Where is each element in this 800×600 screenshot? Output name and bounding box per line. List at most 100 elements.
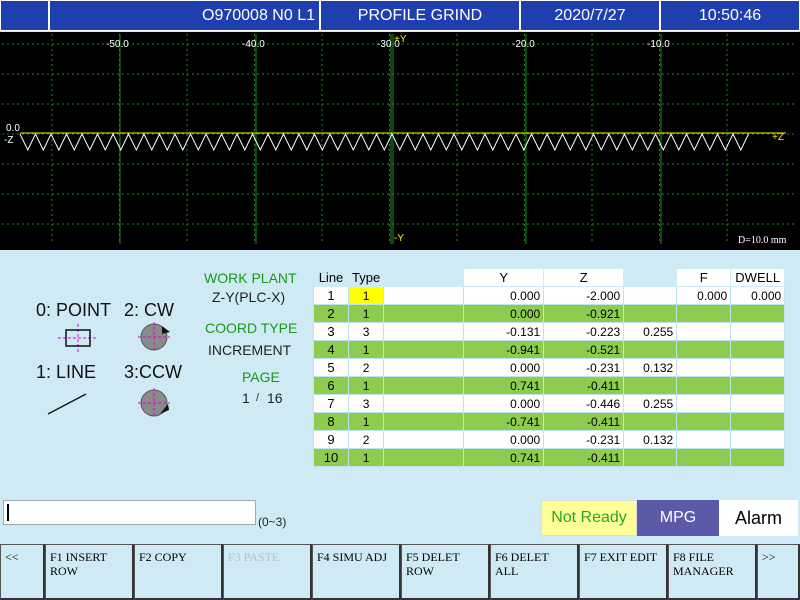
y-cell[interactable]: 0.741 xyxy=(463,448,545,467)
y-cell[interactable]: 0.741 xyxy=(463,376,545,395)
table-row[interactable]: 7 3 0.000 -0.446 0.255 xyxy=(313,394,786,413)
dwell-cell[interactable] xyxy=(730,304,786,323)
dwell-cell[interactable] xyxy=(730,358,786,377)
dwell-cell[interactable] xyxy=(730,394,786,413)
r-cell[interactable] xyxy=(623,304,678,323)
r-cell[interactable] xyxy=(623,376,678,395)
delete-all-button[interactable]: F6 DELET ALL xyxy=(490,544,579,600)
table-row[interactable]: 4 1 -0.941 -0.521 xyxy=(313,340,786,359)
r-cell[interactable]: 0.255 xyxy=(623,322,678,341)
simu-adj-button[interactable]: F4 SIMU ADJ xyxy=(312,544,401,600)
type-cell[interactable]: 3 xyxy=(347,322,385,341)
blank-cell[interactable] xyxy=(383,322,465,341)
blank-cell[interactable] xyxy=(383,304,465,323)
paste-button[interactable]: F3 PASTE xyxy=(223,544,312,600)
dwell-cell[interactable] xyxy=(730,340,786,359)
table-row[interactable]: 3 3 -0.131 -0.223 0.255 xyxy=(313,322,786,341)
line-icon xyxy=(47,393,87,415)
profile-graph[interactable]: -50.0 -40.0 -30.0 -20.0 -10.0 0.0 -Z +Z +Y -… xyxy=(0,32,800,250)
z-cell[interactable]: -0.411 xyxy=(543,412,625,431)
f-cell[interactable] xyxy=(676,394,732,413)
dwell-cell[interactable] xyxy=(730,322,786,341)
type-cell[interactable]: 1 xyxy=(347,376,385,395)
insert-row-button[interactable]: F1 INSERT ROW xyxy=(45,544,134,600)
table-row[interactable]: 10 1 0.741 -0.411 xyxy=(313,448,786,467)
z-cell[interactable]: -0.446 xyxy=(543,394,625,413)
z-cell[interactable]: -0.223 xyxy=(543,322,625,341)
f-cell[interactable] xyxy=(676,412,732,431)
f-cell[interactable] xyxy=(676,430,732,449)
r-cell[interactable] xyxy=(623,286,678,305)
table-row[interactable]: 9 2 0.000 -0.231 0.132 xyxy=(313,430,786,449)
r-cell[interactable] xyxy=(623,412,678,431)
blank-cell[interactable] xyxy=(383,376,465,395)
prev-page-button[interactable]: << xyxy=(0,544,45,600)
profile-table[interactable]: Line Type Y Z F DWELL 1 1 0.000 -2.000 0.000… xyxy=(313,268,786,467)
blank-cell[interactable] xyxy=(383,412,465,431)
dwell-cell[interactable] xyxy=(730,412,786,431)
f-cell[interactable] xyxy=(676,304,732,323)
table-row[interactable]: 6 1 0.741 -0.411 xyxy=(313,376,786,395)
r-cell[interactable]: 0.132 xyxy=(623,430,678,449)
type-cell[interactable]: 1 xyxy=(347,448,385,467)
type-cell[interactable]: 2 xyxy=(347,430,385,449)
blank-cell[interactable] xyxy=(383,448,465,467)
z-cell[interactable]: -0.411 xyxy=(543,448,625,467)
blank-cell[interactable] xyxy=(383,358,465,377)
r-cell[interactable] xyxy=(623,340,678,359)
blank-cell[interactable] xyxy=(383,430,465,449)
f-cell[interactable] xyxy=(676,448,732,467)
z-cell[interactable]: -0.231 xyxy=(543,358,625,377)
f-cell[interactable] xyxy=(676,376,732,395)
r-cell[interactable]: 0.132 xyxy=(623,358,678,377)
command-input[interactable] xyxy=(3,500,256,525)
copy-button[interactable]: F2 COPY xyxy=(134,544,223,600)
f-cell[interactable] xyxy=(676,340,732,359)
alarm-status[interactable]: Alarm xyxy=(719,500,798,536)
f-cell[interactable] xyxy=(676,358,732,377)
blank-cell[interactable] xyxy=(383,340,465,359)
f-cell[interactable]: 0.000 xyxy=(676,286,732,305)
exit-edit-button[interactable]: F7 EXIT EDIT xyxy=(579,544,668,600)
blank-cell[interactable] xyxy=(383,286,465,305)
y-cell[interactable]: -0.131 xyxy=(463,322,545,341)
z-cell[interactable]: -0.521 xyxy=(543,340,625,359)
r-cell[interactable] xyxy=(623,448,678,467)
col-line-header: Line xyxy=(313,268,349,287)
dwell-cell[interactable] xyxy=(730,430,786,449)
dwell-cell[interactable] xyxy=(730,376,786,395)
f-cell[interactable] xyxy=(676,322,732,341)
file-manager-button[interactable]: F8 FILE MANAGER xyxy=(668,544,757,600)
blank-cell[interactable] xyxy=(383,394,465,413)
table-row[interactable]: 1 1 0.000 -2.000 0.000 0.000 xyxy=(313,286,786,305)
table-row[interactable]: 2 1 0.000 -0.921 xyxy=(313,304,786,323)
type-cell[interactable]: 1 xyxy=(347,340,385,359)
y-cell[interactable]: -0.941 xyxy=(463,340,545,359)
graph-grid xyxy=(2,34,796,244)
page-total: 16 xyxy=(267,390,283,406)
z-cell[interactable]: -0.231 xyxy=(543,430,625,449)
table-row[interactable]: 5 2 0.000 -0.231 0.132 xyxy=(313,358,786,377)
table-row[interactable]: 8 1 -0.741 -0.411 xyxy=(313,412,786,431)
z-cell[interactable]: -0.921 xyxy=(543,304,625,323)
type-cell[interactable]: 3 xyxy=(347,394,385,413)
y-cell[interactable]: 0.000 xyxy=(463,304,545,323)
y-cell[interactable]: 0.000 xyxy=(463,430,545,449)
dwell-cell[interactable] xyxy=(730,448,786,467)
f1-label-line2: ROW xyxy=(50,564,78,578)
type-cell[interactable]: 1 xyxy=(347,286,385,305)
y-cell[interactable]: 0.000 xyxy=(463,358,545,377)
r-cell[interactable]: 0.255 xyxy=(623,394,678,413)
next-page-button[interactable]: >> xyxy=(757,544,800,600)
y-cell[interactable]: 0.000 xyxy=(463,394,545,413)
type-cell[interactable]: 1 xyxy=(347,304,385,323)
graph-tick-labels: -50.0 -40.0 -30.0 -20.0 -10.0 xyxy=(106,39,670,50)
z-cell[interactable]: -2.000 xyxy=(543,286,625,305)
y-cell[interactable]: -0.741 xyxy=(463,412,545,431)
type-cell[interactable]: 2 xyxy=(347,358,385,377)
type-cell[interactable]: 1 xyxy=(347,412,385,431)
delete-row-button[interactable]: F5 DELET ROW xyxy=(401,544,490,600)
dwell-cell[interactable]: 0.000 xyxy=(730,286,786,305)
z-cell[interactable]: -0.411 xyxy=(543,376,625,395)
y-cell[interactable]: 0.000 xyxy=(463,286,545,305)
